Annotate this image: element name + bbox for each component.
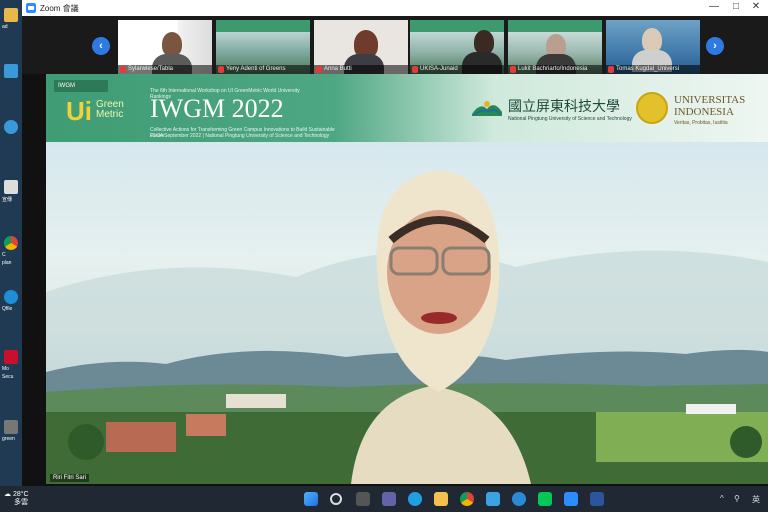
npust-name: 國立屏東科技大學 bbox=[508, 99, 620, 115]
ui-greenmetric-logo: Ui bbox=[66, 96, 92, 126]
npust-logo-icon bbox=[472, 101, 502, 116]
event-title: IWGM 2022 bbox=[150, 94, 284, 123]
title-bar: Zoom 會議 — □ ✕ bbox=[22, 0, 768, 16]
desktop-label: plan bbox=[2, 260, 12, 266]
search-icon[interactable] bbox=[330, 493, 342, 505]
chrome-icon[interactable] bbox=[4, 236, 18, 250]
network-icon[interactable]: ⚲ bbox=[734, 494, 740, 503]
mic-muted-icon bbox=[412, 66, 418, 73]
banner-tag: IWGM bbox=[54, 80, 108, 92]
temperature: 28°C bbox=[12, 491, 29, 498]
zoom-app-icon[interactable] bbox=[564, 492, 578, 506]
mic-muted-icon bbox=[316, 66, 322, 73]
zoom-logo-icon bbox=[26, 3, 36, 13]
app-icon[interactable] bbox=[4, 120, 18, 134]
participant-tile[interactable]: Tomas Kugdal_Universi bbox=[606, 20, 700, 74]
speaker-person bbox=[351, 170, 531, 484]
tray-chevron-icon[interactable]: ^ bbox=[720, 494, 724, 503]
participant-strip: ‹ Sylarwiese/Tabla Yeny Adenti of Greens… bbox=[22, 16, 768, 74]
event-dates: 21-24 September 2022 | National Pingtung… bbox=[150, 133, 330, 139]
file-icon[interactable] bbox=[4, 180, 18, 194]
desktop-label: ad bbox=[2, 24, 8, 30]
participant-tile[interactable]: Anna Butti bbox=[314, 20, 408, 74]
npust-name-en: National Pingtung University of Science … bbox=[508, 116, 632, 122]
app-icon[interactable] bbox=[4, 420, 18, 434]
task-view-icon[interactable] bbox=[356, 492, 370, 506]
participant-name: Yeny Adenti of Greens bbox=[216, 65, 310, 74]
edge-icon[interactable] bbox=[408, 492, 422, 506]
mic-muted-icon bbox=[510, 66, 516, 73]
participant-tile[interactable]: Yeny Adenti of Greens bbox=[216, 20, 310, 74]
input-language[interactable]: 英 bbox=[752, 494, 760, 505]
qfile-icon[interactable] bbox=[4, 290, 18, 304]
mic-muted-icon bbox=[218, 66, 224, 73]
mcafee-icon[interactable] bbox=[4, 350, 18, 364]
teams-icon[interactable] bbox=[382, 492, 396, 506]
mic-muted-icon bbox=[120, 66, 126, 73]
main-speaker-name: Riri Fitri Sari bbox=[50, 474, 89, 482]
desktop-label: C bbox=[2, 252, 6, 258]
participant-name: Anna Butti bbox=[314, 65, 408, 74]
main-video[interactable]: IWGM Ui Green Metric The 6th Internation… bbox=[46, 74, 768, 484]
prev-page-button[interactable]: ‹ bbox=[92, 37, 110, 55]
minimize-button[interactable]: — bbox=[704, 1, 724, 12]
desktop-label: Qfile bbox=[2, 306, 13, 312]
participant-name: UKISA-Junaid bbox=[410, 65, 504, 74]
greenmetric-label: Green Metric bbox=[96, 99, 124, 120]
virtual-background-banner: IWGM Ui Green Metric The 6th Internation… bbox=[46, 74, 768, 142]
chrome-icon[interactable] bbox=[460, 492, 474, 506]
close-button[interactable]: ✕ bbox=[746, 1, 766, 12]
participant-name: Lukit Bachriarto/Indonesia bbox=[508, 65, 602, 74]
participant-name: Sylarwiese/Tabla bbox=[118, 65, 212, 74]
maximize-button[interactable]: □ bbox=[726, 1, 746, 12]
zoom-window: Zoom 會議 — □ ✕ ‹ Sylarwiese/Tabla Yeny Ad… bbox=[22, 0, 768, 486]
participant-tile[interactable]: Lukit Bachriarto/Indonesia bbox=[508, 20, 602, 74]
word-icon[interactable] bbox=[590, 492, 604, 506]
taskbar: ☁ 28°C 多雲 ^ ⚲ 英 bbox=[0, 486, 768, 512]
folder-icon[interactable] bbox=[4, 8, 18, 22]
participant-tile[interactable]: UKISA-Junaid bbox=[410, 20, 504, 74]
file-explorer-icon[interactable] bbox=[434, 492, 448, 506]
edge-icon[interactable] bbox=[512, 492, 526, 506]
store-icon[interactable] bbox=[486, 492, 500, 506]
mic-muted-icon bbox=[608, 66, 614, 73]
desktop-label: 宣傳 bbox=[2, 197, 13, 203]
participant-tile[interactable]: Sylarwiese/Tabla bbox=[118, 20, 212, 74]
weather-text: 多雲 bbox=[14, 499, 28, 506]
desktop-label: Mo bbox=[2, 366, 9, 372]
app-icon[interactable] bbox=[4, 64, 18, 78]
cloud-icon: ☁ bbox=[4, 491, 11, 498]
desktop-label: green bbox=[2, 436, 15, 442]
participant-name: Tomas Kugdal_Universi bbox=[606, 65, 700, 74]
university-name: UNIVERSITAS INDONESIA bbox=[674, 94, 746, 118]
start-icon[interactable] bbox=[304, 492, 318, 506]
desktop-background: ad 宣傳 C plan Qfile Mo Secu green bbox=[0, 0, 22, 486]
window-title: Zoom 會議 bbox=[40, 4, 79, 13]
weather-widget[interactable]: ☁ 28°C 多雲 bbox=[4, 491, 29, 507]
university-motto: Veritas, Probitas, Iustitia bbox=[674, 120, 728, 126]
next-page-button[interactable]: › bbox=[706, 37, 724, 55]
universitas-indonesia-seal-icon bbox=[636, 92, 668, 124]
line-icon[interactable] bbox=[538, 492, 552, 506]
desktop-label: Secu bbox=[2, 374, 14, 380]
